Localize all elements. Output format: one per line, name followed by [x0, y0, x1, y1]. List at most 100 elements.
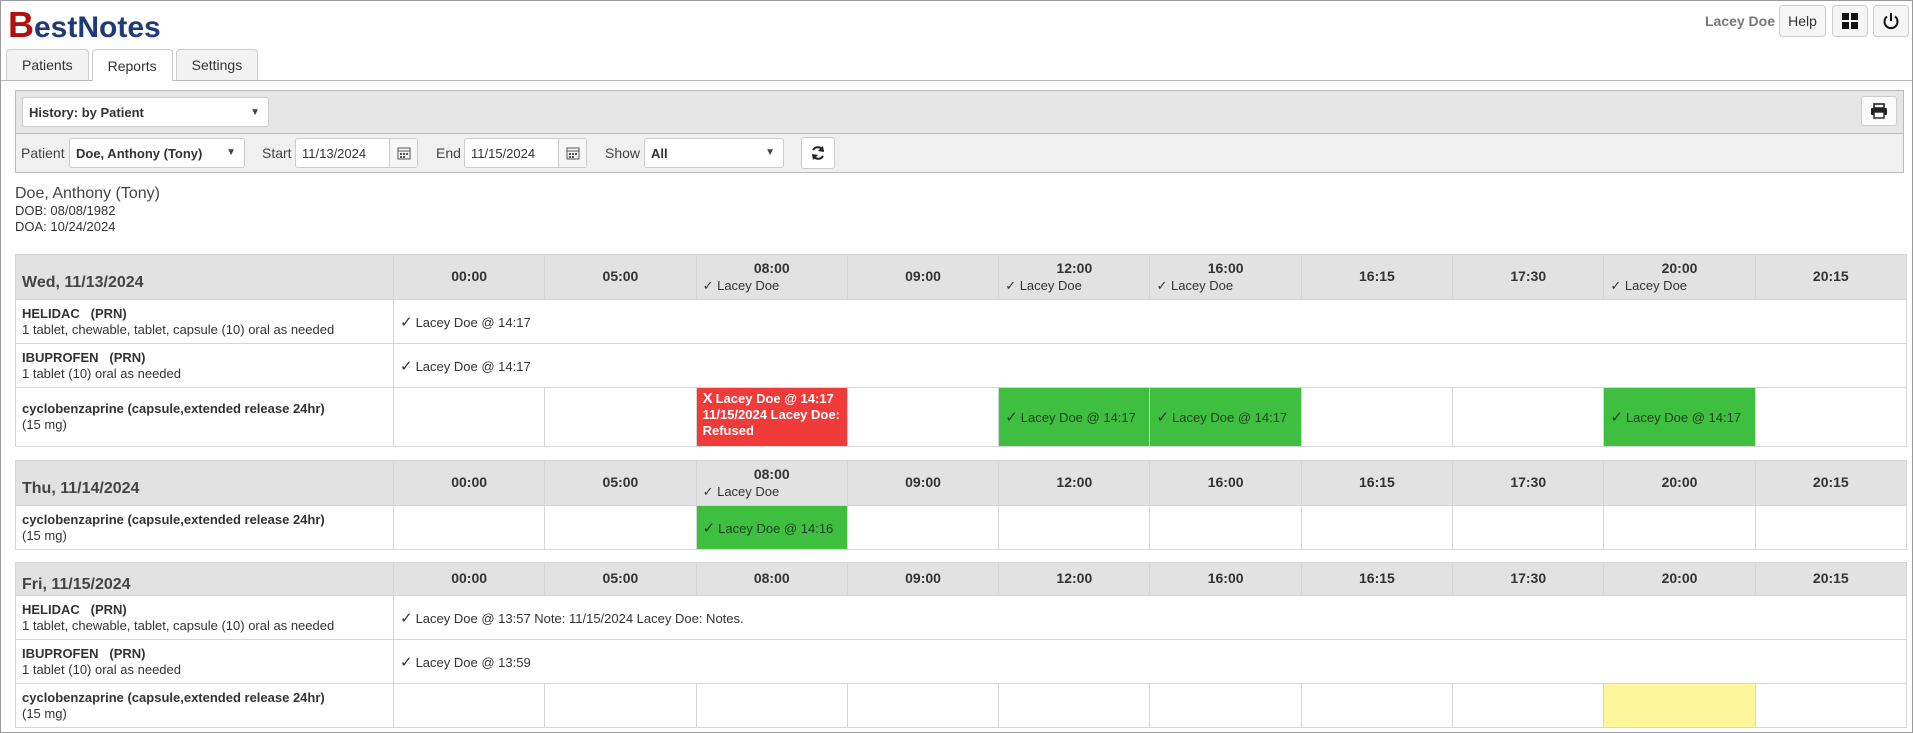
time-column-header: 17:30	[1452, 254, 1605, 300]
medication-name: IBUPROFEN	[22, 349, 99, 365]
time-column-header: 12:00	[998, 460, 1151, 506]
administration-text: Lacey Doe @ 14:17	[1020, 410, 1136, 425]
time-label: 17:30	[1510, 474, 1547, 490]
time-column-header: 17:30	[1452, 460, 1605, 506]
medication-cell: HELIDAC (PRN) 1 tablet, chewable, tablet,…	[15, 299, 394, 344]
time-column-header: 05:00	[544, 254, 697, 300]
time-column-header: 20:00 ✓ Lacey Doe	[1603, 254, 1756, 300]
empty-slot-cell[interactable]	[846, 387, 1000, 447]
tab-patients[interactable]: Patients	[6, 49, 89, 80]
medication-name: cyclobenzaprine (capsule,extended releas…	[22, 401, 325, 416]
tab-settings[interactable]: Settings	[175, 49, 259, 80]
patient-select[interactable]: Doe, Anthony (Tony) ▼	[69, 138, 245, 168]
empty-slot-cell[interactable]	[392, 387, 546, 447]
pending-cell[interactable]	[1603, 683, 1756, 728]
medication-name: cyclobenzaprine (capsule,extended releas…	[22, 511, 325, 527]
empty-slot-cell[interactable]	[1149, 505, 1302, 550]
time-label: 20:00	[1661, 260, 1698, 276]
administration-entry[interactable]: ✓ Lacey Doe @ 13:59	[393, 639, 1907, 684]
patient-select-value: Doe, Anthony (Tony)	[76, 145, 203, 161]
refused-cell[interactable]: X Lacey Doe @ 14:17 11/15/2024 Lacey Doe: …	[695, 387, 848, 447]
empty-slot-cell[interactable]	[544, 505, 697, 550]
logout-button[interactable]	[1873, 5, 1909, 37]
administered-cell[interactable]: ✓ Lacey Doe @ 14:17	[1149, 387, 1302, 447]
show-filter-select[interactable]: All ▼	[644, 138, 784, 168]
patient-info: Doe, Anthony (Tony) DOB: 08/08/1982 DOA:…	[15, 185, 160, 235]
apps-grid-button[interactable]	[1832, 5, 1868, 37]
empty-slot-cell[interactable]	[1754, 505, 1907, 550]
empty-slot-cell[interactable]	[1452, 683, 1605, 728]
print-button[interactable]	[1861, 96, 1897, 126]
report-type-select[interactable]: History: by Patient ▼	[22, 97, 269, 127]
empty-slot-cell[interactable]	[1300, 505, 1454, 550]
empty-slot-cell[interactable]	[1300, 683, 1454, 728]
medication-detail: (15 mg)	[22, 705, 67, 721]
time-label: 12:00	[1056, 474, 1093, 490]
administration-text: Lacey Doe @ 14:17	[1625, 410, 1742, 425]
time-label: 09:00	[905, 570, 941, 586]
medication-name: HELIDAC	[22, 305, 80, 321]
tab-reports[interactable]: Reports	[91, 49, 173, 81]
time-label: 08:00	[753, 260, 790, 276]
empty-slot-cell[interactable]	[1754, 387, 1907, 447]
calendar-icon[interactable]	[558, 139, 586, 167]
empty-slot-cell[interactable]	[1603, 505, 1756, 550]
help-button[interactable]: Help	[1779, 5, 1826, 37]
time-column-header: 09:00	[846, 460, 1000, 506]
empty-slot-cell[interactable]	[1754, 683, 1907, 728]
empty-slot-cell[interactable]	[998, 505, 1151, 550]
empty-slot-cell[interactable]	[1149, 683, 1302, 728]
day-date: Wed, 11/13/2024	[15, 254, 394, 300]
administration-entry[interactable]: ✓ Lacey Doe @ 14:17	[393, 343, 1907, 388]
medication-name: cyclobenzaprine (capsule,extended releas…	[22, 689, 325, 705]
day-header-row: Wed, 11/13/2024 00:00 05:00 08:00 ✓ Lacey Do…	[15, 254, 1907, 300]
current-user-name: Lacey Doe	[1704, 13, 1775, 29]
time-label: 20:00	[1661, 570, 1698, 586]
time-column-header: 08:00 ✓ Lacey Doe	[695, 460, 848, 506]
administration-entry[interactable]: ✓ Lacey Doe @ 13:57 Note: 11/15/2024 Lace…	[393, 595, 1907, 640]
start-date-input[interactable]: 11/13/2024	[295, 138, 418, 168]
empty-slot-cell[interactable]	[846, 683, 1000, 728]
time-label: 20:00	[1661, 474, 1698, 490]
calendar-icon[interactable]	[389, 139, 417, 167]
administration-text: Lacey Doe @ 14:17	[415, 358, 531, 374]
administration-text: Lacey Doe @ 13:59	[415, 654, 531, 670]
empty-slot-cell[interactable]	[846, 505, 1000, 550]
empty-slot-cell[interactable]	[1452, 505, 1605, 550]
time-label: 12:00	[1056, 260, 1093, 276]
end-label: End	[436, 145, 461, 161]
report-type-value: History: by Patient	[29, 104, 144, 120]
administered-cell[interactable]: ✓ Lacey Doe @ 14:17	[998, 387, 1151, 447]
app-window: BestNotes Lacey Doe Help Patients Report…	[0, 0, 1913, 733]
administration-text: Lacey Doe @ 14:17	[715, 391, 834, 406]
check-icon: ✓	[400, 357, 413, 375]
empty-slot-cell[interactable]	[544, 683, 697, 728]
time-column-header: 20:00	[1603, 562, 1756, 596]
patient-name: Doe, Anthony (Tony)	[15, 185, 160, 202]
empty-slot-cell[interactable]	[1452, 387, 1605, 447]
time-label: 00:00	[451, 474, 488, 490]
empty-slot-cell[interactable]	[392, 683, 546, 728]
medication-cell: cyclobenzaprine (capsule,extended releas…	[15, 505, 394, 550]
empty-slot-cell[interactable]	[544, 387, 697, 447]
time-label: 16:15	[1359, 268, 1395, 284]
empty-slot-cell[interactable]	[1300, 387, 1454, 447]
end-date-input[interactable]: 11/15/2024	[464, 138, 587, 168]
administered-cell[interactable]: ✓ Lacey Doe @ 14:16	[695, 505, 848, 550]
time-label: 16:15	[1359, 570, 1395, 586]
administered-cell[interactable]: ✓ Lacey Doe @ 14:17	[1603, 387, 1756, 447]
refusal-note: 11/15/2024 Lacey Doe: Refused	[702, 407, 840, 438]
time-column-header: 17:30	[1452, 562, 1605, 596]
empty-slot-cell[interactable]	[998, 683, 1151, 728]
empty-slot-cell[interactable]	[392, 505, 546, 550]
administration-entry[interactable]: ✓ Lacey Doe @ 14:17	[393, 299, 1907, 344]
medication-tag: (PRN)	[90, 305, 127, 321]
time-column-header: 16:00	[1149, 460, 1302, 506]
show-filter-value: All	[651, 145, 668, 161]
time-label: 20:15	[1812, 268, 1849, 284]
refresh-button[interactable]	[801, 137, 835, 169]
time-column-header: 09:00	[846, 254, 1000, 300]
medication-detail: 1 tablet (10) oral as needed	[22, 661, 181, 677]
day-header-row: Fri, 11/15/2024 00:00 05:00 08:00 09:00 12:00…	[15, 562, 1907, 596]
empty-slot-cell[interactable]	[695, 683, 848, 728]
